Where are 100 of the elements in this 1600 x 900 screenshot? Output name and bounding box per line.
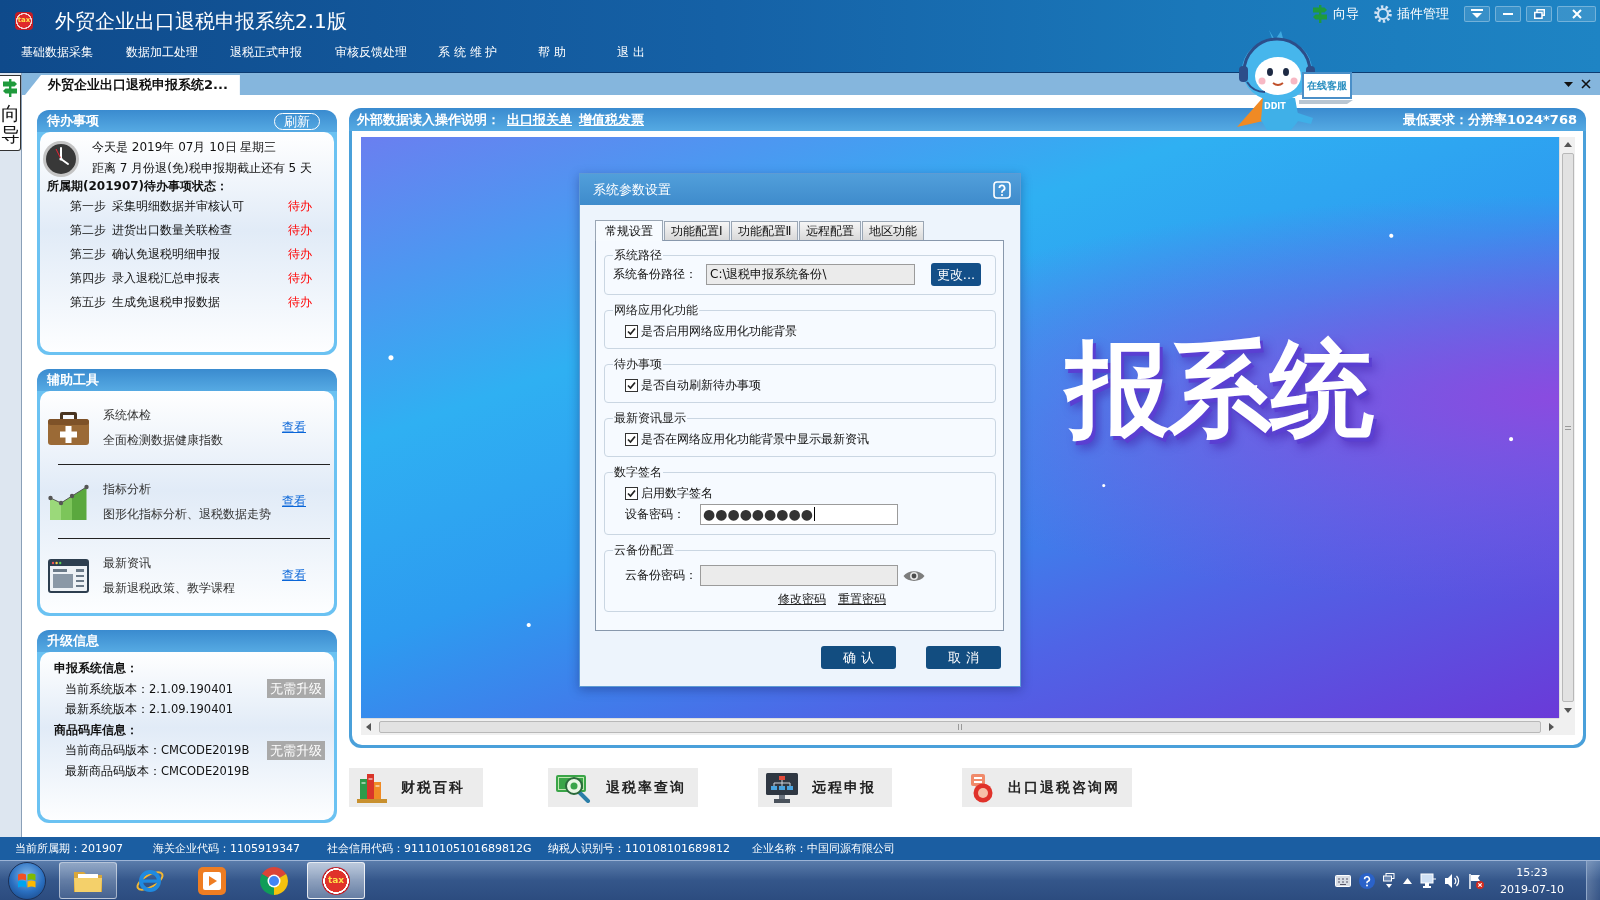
monitor-network-icon bbox=[766, 772, 798, 803]
menu-item[interactable]: 帮 助 bbox=[538, 43, 566, 61]
dialog-button[interactable]: 确 认 bbox=[821, 646, 896, 669]
panel-title: 待办事项 bbox=[47, 112, 99, 130]
view-link[interactable]: 查看 bbox=[282, 419, 306, 436]
menu-item[interactable]: 审核反馈处理 bbox=[335, 43, 407, 61]
view-link[interactable]: 查看 bbox=[282, 567, 306, 584]
menu-item[interactable]: 系 统 维 护 bbox=[438, 43, 498, 61]
close-icon[interactable] bbox=[1581, 79, 1591, 89]
gear-icon bbox=[1374, 4, 1392, 23]
caret-down-icon bbox=[1471, 8, 1483, 19]
play-icon bbox=[198, 866, 226, 895]
menu-item[interactable]: 基础数据采集 bbox=[21, 43, 93, 61]
change-button[interactable]: 更改... bbox=[931, 263, 981, 286]
online-service-button[interactable]: 在线客服 bbox=[1302, 72, 1352, 99]
vertical-scrollbar[interactable] bbox=[1559, 137, 1575, 718]
tool-title: 最新资讯 bbox=[103, 555, 152, 572]
dialog-tab[interactable]: 功能配置Ⅱ bbox=[730, 221, 799, 240]
speaker-icon[interactable] bbox=[1444, 872, 1460, 889]
keyboard-icon[interactable] bbox=[1335, 874, 1351, 887]
close-button[interactable] bbox=[1557, 5, 1596, 22]
help-icon[interactable] bbox=[993, 180, 1011, 199]
area-chart-icon bbox=[48, 483, 89, 520]
path-field[interactable]: C:\退税申报系统备份\ bbox=[706, 264, 915, 285]
taskbar-app[interactable] bbox=[59, 862, 117, 899]
checkbox[interactable] bbox=[625, 433, 638, 446]
help-icon[interactable] bbox=[1359, 872, 1375, 889]
minimize-button[interactable] bbox=[1495, 5, 1521, 22]
checkbox-label: 是否在网络应用化功能背景中显示最新资讯 bbox=[641, 431, 869, 448]
checkbox[interactable] bbox=[625, 487, 638, 500]
shortcut-button[interactable]: 远程申报 bbox=[758, 768, 892, 807]
shortcut-button[interactable]: 财税百科 bbox=[349, 768, 483, 807]
shortcut-button[interactable]: 出口退税咨询网 bbox=[962, 768, 1132, 807]
arrow-left-icon[interactable] bbox=[366, 723, 371, 731]
password-field[interactable]: ●●●●●●●●● bbox=[700, 504, 898, 525]
clock-icon bbox=[43, 141, 79, 177]
version-text: 当前商品码版本：CMCODE2019B bbox=[65, 742, 250, 759]
view-link[interactable]: 查看 bbox=[282, 493, 306, 510]
dialog-tab[interactable]: 地区功能 bbox=[862, 221, 925, 240]
scrollbar-thumb[interactable] bbox=[1561, 153, 1574, 702]
window-switch-icon[interactable] bbox=[1383, 872, 1395, 889]
step-task: 进货出口数量关联检查 bbox=[112, 222, 233, 239]
flag-icon[interactable] bbox=[1468, 872, 1484, 889]
status-heading: 所属期(201907)待办事项状态： bbox=[47, 178, 230, 194]
start-button[interactable] bbox=[8, 861, 46, 900]
dialog-tab[interactable]: 常规设置 bbox=[595, 220, 663, 241]
checkbox[interactable] bbox=[625, 325, 638, 338]
group-legend: 最新资讯显示 bbox=[613, 411, 687, 425]
arrow-up-icon[interactable] bbox=[1563, 142, 1572, 147]
menu-item[interactable]: 退税正式申报 bbox=[230, 43, 302, 61]
header-link[interactable]: 插件管理 bbox=[1374, 3, 1449, 24]
step-status: 待办 bbox=[288, 198, 312, 215]
tool-title: 指标分析 bbox=[103, 481, 152, 498]
checkbox-label: 启用数字签名 bbox=[641, 485, 713, 502]
panel-title: 外部数据读入操作说明： bbox=[357, 110, 500, 129]
eye-icon[interactable] bbox=[903, 568, 925, 583]
arrow-down-icon[interactable] bbox=[1563, 708, 1572, 713]
first-aid-case-icon bbox=[48, 410, 89, 445]
tool-description: 全面检测数据健康指数 bbox=[103, 432, 224, 449]
deadline-line: 距离 7 月份退(免)税申报期截止还有 5 天 bbox=[92, 160, 312, 177]
date-line: 今天是 2019年 07月 10日 星期三 bbox=[92, 139, 278, 156]
step-number: 第三步 bbox=[70, 246, 107, 263]
step-task: 录入退税汇总申报表 bbox=[112, 270, 221, 287]
arrow-right-icon[interactable] bbox=[1549, 723, 1554, 731]
chevron-up-icon[interactable] bbox=[1403, 877, 1412, 884]
dialog-title: 系统参数设置 bbox=[593, 180, 671, 199]
guide-tab[interactable]: 向导 bbox=[0, 75, 21, 151]
header-link[interactable]: 向导 bbox=[1312, 3, 1359, 24]
window-menu-button[interactable] bbox=[1464, 5, 1490, 22]
step-number: 第五步 bbox=[70, 294, 107, 311]
mascot-chest-text: DDIT bbox=[1264, 102, 1286, 111]
step-task: 生成免退税申报数据 bbox=[112, 294, 221, 311]
show-desktop-button[interactable] bbox=[1586, 861, 1600, 900]
network-icon[interactable] bbox=[1420, 872, 1436, 889]
window-title: 外贸企业出口退税申报系统2.1版 bbox=[55, 8, 347, 33]
checkbox[interactable] bbox=[625, 379, 638, 392]
seal-icon bbox=[970, 772, 994, 803]
document-tab[interactable]: 外贸企业出口退税申报系统2... bbox=[25, 75, 240, 95]
step-status: 待办 bbox=[288, 294, 312, 311]
restore-button[interactable] bbox=[1526, 5, 1552, 22]
menu-item[interactable]: 数据加工处理 bbox=[126, 43, 198, 61]
tool-description: 图形化指标分析、退税数据走势 bbox=[103, 506, 272, 523]
step-number: 第二步 bbox=[70, 222, 107, 239]
status-item: 社会信用代码：91110105101689812G bbox=[327, 841, 533, 856]
step-status: 待办 bbox=[288, 222, 312, 239]
dialog-button[interactable]: 取 消 bbox=[926, 646, 1001, 669]
scrollbar-thumb[interactable] bbox=[379, 721, 1541, 733]
menu-item[interactable]: 退 出 bbox=[617, 43, 645, 61]
step-number: 第一步 bbox=[70, 198, 107, 215]
step-number: 第四步 bbox=[70, 270, 107, 287]
dialog-tab[interactable]: 远程配置 bbox=[799, 221, 862, 240]
restore-icon bbox=[1533, 8, 1545, 19]
taskbar-time: 15:23 bbox=[1516, 864, 1548, 881]
step-task: 采集明细数据并审核认可 bbox=[112, 198, 245, 215]
caret-down-icon[interactable] bbox=[1564, 81, 1573, 87]
shortcut-button[interactable]: 退税率查询 bbox=[548, 768, 698, 807]
horizontal-scrollbar[interactable] bbox=[361, 718, 1559, 735]
group-legend: 数字签名 bbox=[613, 465, 663, 479]
info-heading: 商品码库信息： bbox=[54, 721, 139, 739]
dialog-tab[interactable]: 功能配置Ⅰ bbox=[664, 221, 730, 240]
